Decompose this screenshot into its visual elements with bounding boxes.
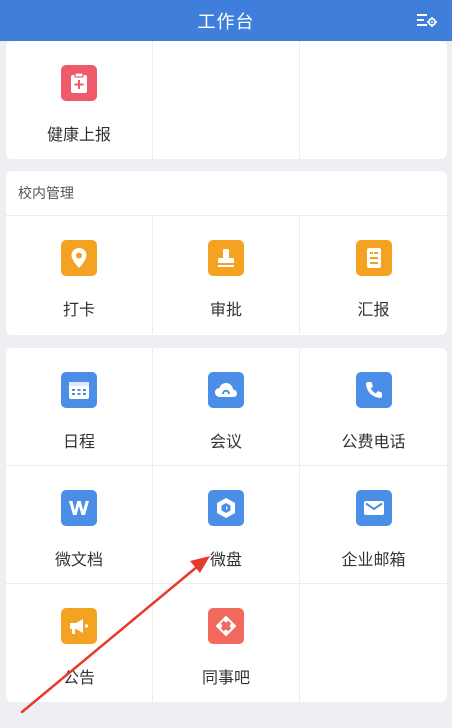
phone-icon — [355, 372, 392, 408]
app-label: 微文档 — [54, 550, 103, 569]
report-doc-icon — [355, 240, 392, 276]
cloud-meeting-icon — [208, 372, 244, 408]
location-pin-icon — [61, 240, 97, 276]
app-report[interactable]: 汇报 — [300, 216, 447, 334]
app-colleague-bar[interactable]: 同事吧 — [153, 584, 300, 702]
empty-cell — [153, 41, 300, 159]
app-label: 会议 — [209, 432, 242, 451]
settings-list-icon[interactable] — [414, 8, 440, 32]
app-enterprise-mail[interactable]: 企业邮箱 — [300, 466, 447, 584]
calendar-icon — [61, 372, 97, 408]
app-label: 公费电话 — [341, 432, 406, 451]
app-micro-drive[interactable]: 微盘 — [153, 466, 300, 584]
app-label: 审批 — [209, 300, 242, 319]
apps-card: 日程 会议 公费电话 微文档 微盘 企业邮箱 公告 同事吧 — [6, 348, 447, 702]
app-meeting[interactable]: 会议 — [153, 348, 300, 466]
app-label: 健康上报 — [46, 125, 111, 144]
app-public-phone[interactable]: 公费电话 — [300, 348, 447, 466]
empty-cell — [300, 584, 447, 702]
app-label: 日程 — [62, 432, 95, 451]
health-report-icon — [61, 65, 97, 101]
app-micro-docs[interactable]: 微文档 — [6, 466, 153, 584]
mail-icon — [355, 490, 392, 526]
section-title: 校内管理 — [6, 171, 447, 216]
drive-icon — [208, 490, 244, 526]
app-health-report[interactable]: 健康上报 — [6, 41, 153, 159]
app-clock-in[interactable]: 打卡 — [6, 216, 153, 334]
app-label: 企业邮箱 — [341, 550, 406, 569]
app-approval[interactable]: 审批 — [153, 216, 300, 334]
app-label: 微盘 — [209, 550, 242, 569]
top-bar: 工作台 — [0, 0, 452, 41]
megaphone-icon — [61, 608, 97, 644]
page-title: 工作台 — [197, 11, 255, 33]
stamp-icon — [208, 240, 244, 276]
app-schedule[interactable]: 日程 — [6, 348, 153, 466]
top-apps-card: 健康上报 — [6, 41, 447, 159]
app-label: 公告 — [62, 668, 95, 687]
app-label: 同事吧 — [201, 668, 250, 687]
app-label: 汇报 — [357, 300, 390, 319]
colleague-icon — [208, 608, 244, 644]
document-w-icon — [61, 490, 97, 526]
app-announcement[interactable]: 公告 — [6, 584, 153, 702]
app-label: 打卡 — [62, 300, 95, 319]
campus-management-card: 校内管理 打卡 审批 汇报 — [6, 171, 447, 335]
empty-cell — [300, 41, 447, 159]
